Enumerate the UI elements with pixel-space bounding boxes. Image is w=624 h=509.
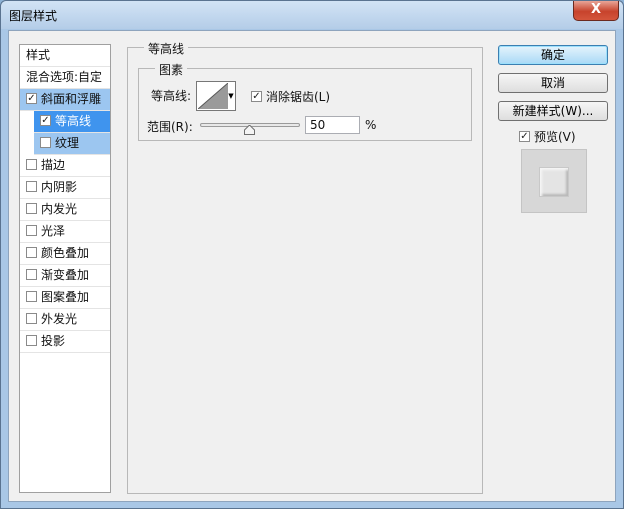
style-item-label: 描边 [41, 158, 66, 172]
preview-square [539, 167, 569, 197]
new-style-button[interactable]: 新建样式(W)... [498, 101, 608, 121]
stroke-checkbox[interactable] [26, 159, 37, 170]
style-item-color-overlay[interactable]: 颜色叠加 [20, 243, 110, 265]
style-item-inner-glow[interactable]: 内发光 [20, 199, 110, 221]
style-item-contour[interactable]: 等高线 [34, 111, 110, 133]
inner-glow-checkbox[interactable] [26, 203, 37, 214]
style-item-label: 等高线 [55, 114, 92, 128]
style-item-label: 图案叠加 [41, 290, 90, 304]
style-item-gradient-overlay[interactable]: 渐变叠加 [20, 265, 110, 287]
contour-settings-group: 等高线 图素 等高线: ▼ 消除锯齿(L) 范围(R): [127, 40, 483, 494]
pattern-overlay-checkbox[interactable] [26, 291, 37, 302]
style-item-label: 渐变叠加 [41, 268, 90, 282]
anti-alias-checkbox[interactable] [251, 91, 262, 102]
style-preview-thumbnail [521, 149, 587, 213]
dialog-body: 样式 混合选项:自定 斜面和浮雕 等高线 纹理 描边 内阴影 内发光 光泽 [8, 30, 616, 502]
range-input[interactable]: 50 [305, 116, 360, 134]
close-button[interactable]: X [573, 1, 619, 21]
contour-group-title: 等高线 [144, 40, 189, 57]
styles-header[interactable]: 样式 [20, 45, 110, 67]
style-item-satin[interactable]: 光泽 [20, 221, 110, 243]
inner-shadow-checkbox[interactable] [26, 181, 37, 192]
styles-list: 样式 混合选项:自定 斜面和浮雕 等高线 纹理 描边 内阴影 内发光 光泽 [19, 44, 111, 493]
range-slider-thumb[interactable] [244, 125, 255, 135]
style-item-label: 外发光 [41, 312, 78, 326]
gradient-overlay-checkbox[interactable] [26, 269, 37, 280]
anti-alias-option[interactable]: 消除锯齿(L) [251, 88, 330, 105]
style-item-label: 斜面和浮雕 [41, 92, 102, 106]
preview-option[interactable]: 预览(V) [519, 128, 576, 145]
title-bar[interactable]: 图层样式 X [1, 1, 623, 29]
style-item-inner-shadow[interactable]: 内阴影 [20, 177, 110, 199]
style-item-label: 内阴影 [41, 180, 78, 194]
bevel-emboss-checkbox[interactable] [26, 93, 37, 104]
contour-label: 等高线: [151, 89, 192, 103]
contour-checkbox[interactable] [40, 115, 51, 126]
color-overlay-checkbox[interactable] [26, 247, 37, 258]
range-label: 范围(R): [147, 120, 193, 134]
cancel-button[interactable]: 取消 [498, 73, 608, 93]
style-item-label: 光泽 [41, 224, 66, 238]
style-item-pattern-overlay[interactable]: 图案叠加 [20, 287, 110, 309]
ok-button[interactable]: 确定 [498, 45, 608, 65]
outer-glow-checkbox[interactable] [26, 313, 37, 324]
blend-options-item[interactable]: 混合选项:自定 [20, 67, 110, 89]
style-item-texture[interactable]: 纹理 [34, 133, 110, 155]
style-item-drop-shadow[interactable]: 投影 [20, 331, 110, 353]
range-unit: % [365, 118, 377, 132]
anti-alias-label: 消除锯齿(L) [266, 90, 331, 104]
style-item-label: 纹理 [55, 136, 80, 150]
contour-picker[interactable]: ▼ [196, 81, 236, 111]
satin-checkbox[interactable] [26, 225, 37, 236]
elements-subgroup: 图素 等高线: ▼ 消除锯齿(L) 范围(R): [138, 61, 472, 141]
style-item-label: 投影 [41, 334, 66, 348]
style-item-outer-glow[interactable]: 外发光 [20, 309, 110, 331]
preview-checkbox[interactable] [519, 131, 530, 142]
style-item-bevel-emboss[interactable]: 斜面和浮雕 [20, 89, 110, 111]
drop-shadow-checkbox[interactable] [26, 335, 37, 346]
dropdown-arrow-icon[interactable]: ▼ [228, 83, 234, 109]
texture-checkbox[interactable] [40, 137, 51, 148]
layer-style-dialog: 图层样式 X 样式 混合选项:自定 斜面和浮雕 等高线 纹理 描边 内阴影 内发 [0, 0, 624, 509]
elements-subgroup-title: 图素 [155, 61, 188, 78]
style-item-stroke[interactable]: 描边 [20, 155, 110, 177]
style-item-label: 内发光 [41, 202, 78, 216]
contour-preview-icon [198, 83, 228, 109]
preview-label: 预览(V) [534, 130, 576, 144]
window-title: 图层样式 [9, 9, 58, 23]
style-item-label: 颜色叠加 [41, 246, 90, 260]
